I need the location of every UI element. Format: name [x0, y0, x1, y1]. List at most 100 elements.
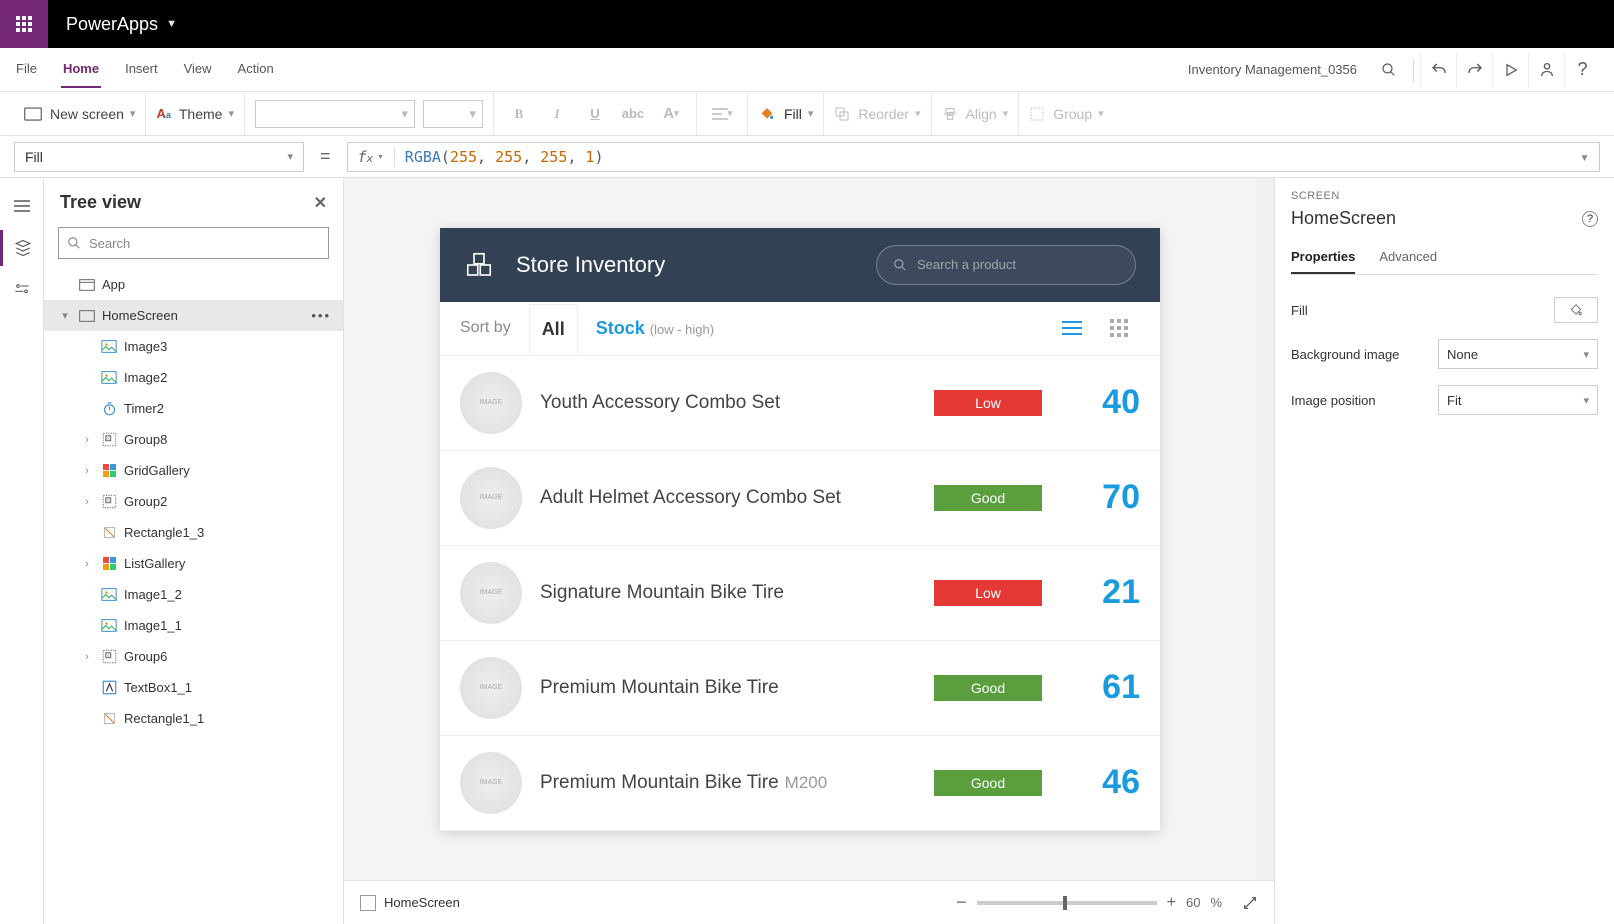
screen-checkbox[interactable] — [360, 895, 376, 911]
inventory-row[interactable]: IMAGEPremium Mountain Bike TireM200Good4… — [440, 736, 1160, 831]
product-variant: M200 — [785, 773, 828, 792]
tree-item[interactable]: Image2 — [44, 362, 343, 393]
tree-item[interactable]: ▾HomeScreen••• — [44, 300, 343, 331]
play-button[interactable] — [1492, 52, 1528, 88]
menu-file[interactable]: File — [14, 51, 39, 88]
filter-tab-stock[interactable]: Stock (low - high) — [596, 318, 714, 339]
tree-item-label: ListGallery — [124, 556, 185, 571]
footer-screen-label: HomeScreen — [384, 895, 460, 910]
imgpos-select[interactable]: Fit ▾ — [1438, 385, 1598, 415]
waffle-launcher[interactable] — [0, 0, 48, 48]
strikethrough-button[interactable]: abc — [618, 106, 648, 121]
app-header: Store Inventory Search a product — [440, 228, 1160, 302]
bgimage-select[interactable]: None ▾ — [1438, 339, 1598, 369]
menu-action[interactable]: Action — [236, 51, 276, 88]
help-icon[interactable]: ? — [1582, 211, 1598, 227]
global-header: PowerApps ▼ — [0, 0, 1614, 48]
divider — [1413, 58, 1414, 82]
menu-home[interactable]: Home — [61, 51, 101, 88]
prop-imgpos-label: Image position — [1291, 393, 1376, 408]
tree-search-input[interactable]: Search — [58, 227, 329, 259]
textalign-button[interactable]: ▾ — [707, 107, 737, 121]
chevron-right-icon[interactable]: › — [80, 496, 94, 508]
product-thumbnail: IMAGE — [460, 562, 522, 624]
chevron-down-icon[interactable]: ▾ — [58, 309, 72, 322]
formula-input[interactable]: fx ▾ RGBA(255, 255, 255, 1) ▾ — [347, 142, 1600, 172]
tree-item[interactable]: ›Group6 — [44, 641, 343, 672]
inventory-row[interactable]: IMAGEAdult Helmet Accessory Combo SetGoo… — [440, 451, 1160, 546]
stock-badge: Low — [934, 580, 1042, 606]
group-icon — [100, 649, 118, 664]
zoom-out-button[interactable]: − — [956, 892, 967, 913]
inventory-row[interactable]: IMAGESignature Mountain Bike TireLow21 — [440, 546, 1160, 641]
property-select[interactable]: Fill ▾ — [14, 142, 304, 172]
chevron-right-icon[interactable]: › — [80, 558, 94, 570]
close-tree-button[interactable]: ✕ — [314, 193, 327, 213]
inventory-row[interactable]: IMAGEPremium Mountain Bike TireGood61 — [440, 641, 1160, 736]
tree-item[interactable]: › ListGallery — [44, 548, 343, 579]
stock-badge: Good — [934, 485, 1042, 511]
chevron-right-icon[interactable]: › — [80, 651, 94, 663]
redo-button[interactable] — [1456, 52, 1492, 88]
canvas-viewport[interactable]: Store Inventory Search a product Sort by… — [344, 178, 1256, 880]
app-name-dropdown[interactable]: PowerApps ▼ — [48, 14, 195, 35]
tab-advanced[interactable]: Advanced — [1379, 241, 1437, 274]
app-search-input[interactable]: Search a product — [876, 245, 1136, 285]
chevron-down-icon: ▾ — [287, 150, 293, 163]
menu-insert[interactable]: Insert — [123, 51, 160, 88]
underline-button[interactable]: U — [580, 106, 610, 121]
menu-view[interactable]: View — [182, 51, 214, 88]
tree-item[interactable]: Timer2 — [44, 393, 343, 424]
timer-icon — [100, 401, 118, 416]
align-button[interactable]: Align ▾ — [966, 106, 1009, 122]
tree-item-label: Image3 — [124, 339, 167, 354]
tree-item[interactable]: Image3 — [44, 331, 343, 362]
help-button[interactable]: ? — [1564, 52, 1600, 88]
project-name[interactable]: Inventory Management_0356 — [1188, 62, 1357, 77]
reorder-button[interactable]: Reorder ▾ — [858, 106, 920, 122]
product-thumbnail: IMAGE — [460, 467, 522, 529]
tree-item[interactable]: Image1_2 — [44, 579, 343, 610]
fill-color-swatch[interactable] — [1554, 297, 1598, 323]
zoom-in-button[interactable]: + — [1167, 894, 1176, 912]
fontcolor-button[interactable]: A▾ — [656, 105, 686, 122]
rail-hamburger[interactable] — [0, 188, 44, 224]
tree-item[interactable]: ›Group8 — [44, 424, 343, 455]
chevron-right-icon[interactable]: › — [80, 465, 94, 477]
tree-item[interactable]: Rectangle1_3 — [44, 517, 343, 548]
tree-item[interactable]: TextBox1_1 — [44, 672, 343, 703]
fit-screen-button[interactable] — [1242, 895, 1258, 911]
group-button[interactable]: Group ▾ — [1053, 106, 1103, 122]
undo-button[interactable] — [1420, 52, 1456, 88]
font-select[interactable]: ▾ — [255, 100, 415, 128]
bold-button[interactable]: B — [504, 106, 534, 122]
inventory-row[interactable]: IMAGEYouth Accessory Combo SetLow40 — [440, 356, 1160, 451]
zoom-slider[interactable] — [977, 901, 1157, 905]
share-button[interactable] — [1528, 52, 1564, 88]
tree-item[interactable]: ›GridGallery — [44, 455, 343, 486]
app-checker-icon[interactable] — [1371, 52, 1407, 88]
ribbon-toolbar: New screen ▾ Aa Theme ▾ ▾ ▾ B I U abc A▾… — [0, 92, 1614, 136]
chevron-right-icon[interactable]: › — [80, 434, 94, 446]
rail-treeview[interactable] — [0, 230, 44, 266]
vertical-scrollbar[interactable] — [1256, 178, 1274, 880]
rail-advanced[interactable] — [0, 272, 44, 308]
italic-button[interactable]: I — [542, 106, 572, 122]
expand-formula-button[interactable]: ▾ — [1569, 148, 1589, 166]
new-screen-button[interactable]: New screen ▾ — [50, 106, 135, 122]
tab-properties[interactable]: Properties — [1291, 241, 1355, 274]
theme-button[interactable]: Theme ▾ — [179, 106, 234, 122]
tree-item[interactable]: App — [44, 269, 343, 300]
align-icon — [942, 106, 958, 122]
tree-item[interactable]: ›Group2 — [44, 486, 343, 517]
canvas-area: Store Inventory Search a product Sort by… — [344, 178, 1274, 924]
stock-quantity: 70 — [1060, 478, 1140, 517]
fill-button[interactable]: Fill ▾ — [784, 106, 813, 122]
more-button[interactable]: ••• — [311, 308, 331, 323]
list-view-button[interactable] — [1062, 320, 1092, 336]
tree-item[interactable]: Image1_1 — [44, 610, 343, 641]
tree-item[interactable]: Rectangle1_1 — [44, 703, 343, 734]
grid-view-button[interactable] — [1110, 319, 1140, 337]
fontsize-select[interactable]: ▾ — [423, 100, 483, 128]
filter-tab-all[interactable]: All — [529, 304, 578, 354]
